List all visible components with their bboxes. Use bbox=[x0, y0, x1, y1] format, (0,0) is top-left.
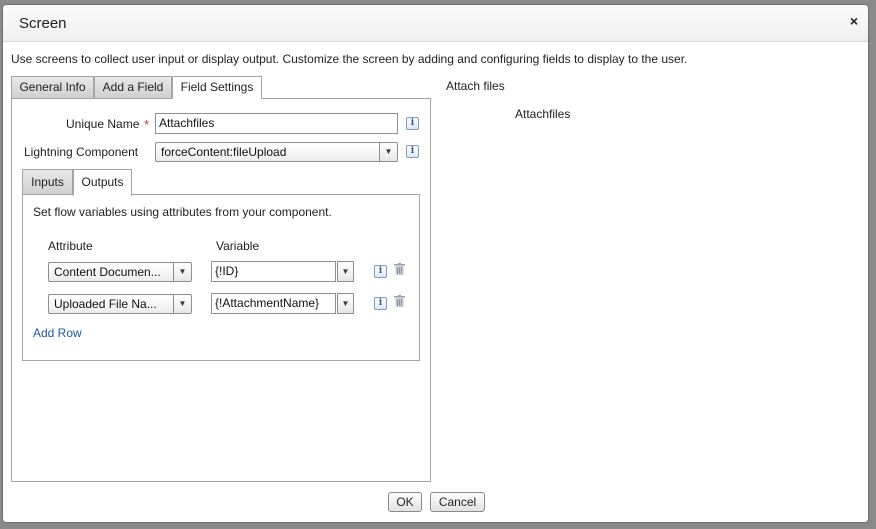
preview-heading: Attach files bbox=[446, 79, 505, 93]
lightning-component-value: forceContent:fileUpload bbox=[161, 145, 287, 159]
lightning-component-label: Lightning Component bbox=[24, 145, 139, 159]
attribute-column-header: Attribute bbox=[48, 239, 93, 253]
trash-icon[interactable] bbox=[394, 263, 405, 275]
attribute-select[interactable]: Content Documen... ▼ bbox=[48, 262, 192, 282]
required-asterisk-icon: * bbox=[144, 117, 150, 132]
cancel-button[interactable]: Cancel bbox=[430, 492, 485, 512]
dropdown-arrow-icon[interactable]: ▼ bbox=[337, 261, 354, 282]
dialog-description: Use screens to collect user input or dis… bbox=[11, 52, 688, 66]
outputs-instructions: Set flow variables using attributes from… bbox=[33, 205, 332, 219]
attribute-select[interactable]: Uploaded File Na... ▼ bbox=[48, 294, 192, 314]
preview-field-label: Attachfiles bbox=[515, 107, 571, 121]
info-icon[interactable]: i bbox=[406, 117, 419, 130]
tab-inputs[interactable]: Inputs bbox=[22, 169, 73, 195]
info-icon[interactable]: i bbox=[406, 145, 419, 158]
info-icon[interactable]: i bbox=[374, 265, 387, 278]
unique-name-label: Unique Name bbox=[66, 117, 140, 131]
unique-name-input[interactable]: Attachfiles bbox=[155, 113, 398, 134]
tab-add-a-field[interactable]: Add a Field bbox=[94, 76, 172, 98]
info-icon[interactable]: i bbox=[374, 297, 387, 310]
ok-button[interactable]: OK bbox=[388, 492, 422, 512]
close-icon[interactable]: × bbox=[850, 13, 858, 29]
screen-dialog: Screen × Use screens to collect user inp… bbox=[2, 4, 869, 523]
tab-general-info[interactable]: General Info bbox=[11, 76, 94, 98]
trash-icon[interactable] bbox=[394, 295, 405, 307]
dialog-titlebar: Screen × bbox=[3, 5, 868, 42]
field-settings-panel: Unique Name * Attachfiles i Lightning Co… bbox=[11, 98, 431, 482]
add-row-link[interactable]: Add Row bbox=[33, 326, 82, 340]
variable-input[interactable]: {!AttachmentName} bbox=[211, 293, 336, 314]
dropdown-arrow-icon: ▼ bbox=[173, 263, 191, 281]
tab-field-settings[interactable]: Field Settings bbox=[172, 76, 262, 99]
tab-outputs[interactable]: Outputs bbox=[73, 169, 132, 196]
attribute-value: Content Documen... bbox=[54, 265, 161, 279]
variable-column-header: Variable bbox=[216, 239, 260, 253]
variable-input[interactable]: {!ID} bbox=[211, 261, 336, 282]
dropdown-arrow-icon: ▼ bbox=[173, 295, 191, 313]
dropdown-arrow-icon[interactable]: ▼ bbox=[337, 293, 354, 314]
dropdown-arrow-icon: ▼ bbox=[379, 143, 397, 161]
attribute-value: Uploaded File Na... bbox=[54, 297, 157, 311]
lightning-component-select[interactable]: forceContent:fileUpload ▼ bbox=[155, 142, 398, 162]
dialog-title: Screen bbox=[19, 15, 67, 32]
outputs-panel: Set flow variables using attributes from… bbox=[22, 194, 420, 361]
